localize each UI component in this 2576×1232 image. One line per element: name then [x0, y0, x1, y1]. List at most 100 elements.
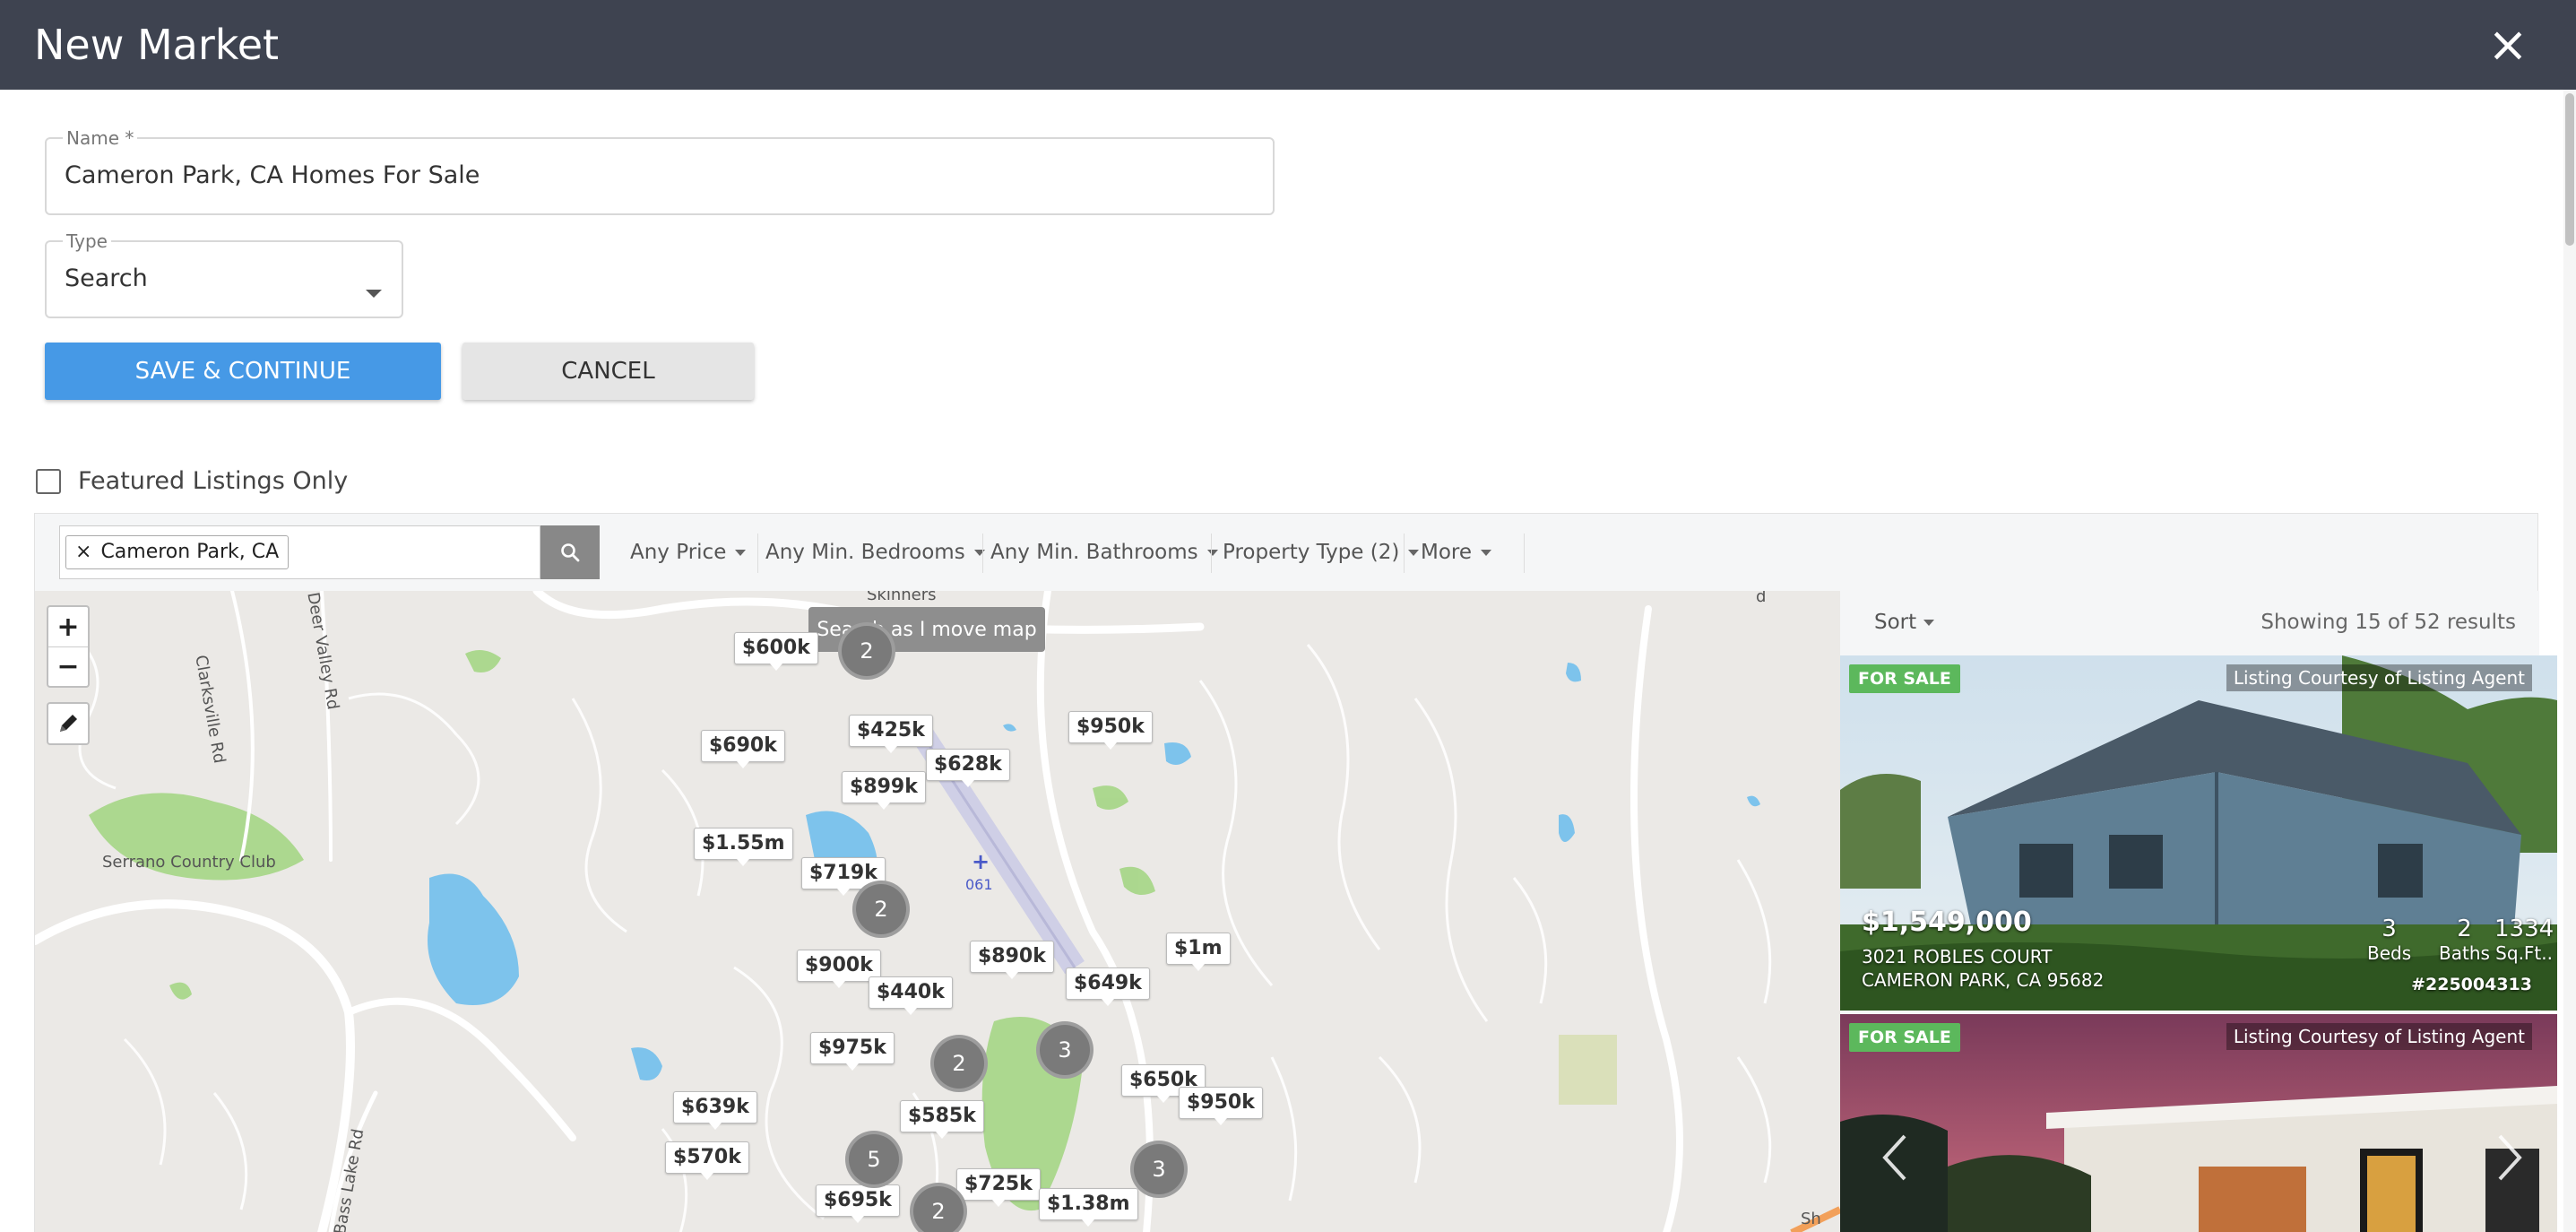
map-label-edge-rd: d — [1756, 591, 1767, 606]
type-select[interactable]: Type Search — [45, 230, 403, 318]
location-tag-label: Cameron Park, CA — [100, 541, 280, 563]
sqft-label: Sq.Ft.. — [2495, 942, 2553, 964]
page-scrollbar[interactable] — [2563, 90, 2576, 1232]
bathrooms-filter[interactable]: Any Min. Bathrooms — [990, 539, 1218, 566]
price-marker[interactable]: $1.38m — [1039, 1188, 1138, 1227]
listing-cluster[interactable]: 3 — [1036, 1021, 1094, 1079]
price-marker[interactable]: $425k — [849, 715, 933, 753]
chevron-down-icon — [366, 290, 382, 298]
price-marker[interactable]: $600k — [734, 632, 818, 671]
cancel-button[interactable]: CANCEL — [462, 343, 754, 400]
listing-cluster[interactable]: 5 — [845, 1131, 903, 1188]
zoom-out-button[interactable]: − — [48, 646, 88, 686]
price-marker[interactable]: $1.55m — [694, 828, 793, 866]
caret-down-icon — [1206, 550, 1218, 556]
price-marker[interactable]: $950k — [1179, 1087, 1263, 1125]
more-filter-label: More — [1421, 541, 1473, 564]
listing-price: $1,549,000 — [1862, 907, 2032, 938]
bedrooms-filter[interactable]: Any Min. Bedrooms — [765, 539, 985, 566]
for-sale-badge: FOR SALE — [1849, 1023, 1960, 1052]
price-marker[interactable]: $649k — [1066, 967, 1150, 1006]
results-count: Showing 15 of 52 results — [2260, 611, 2516, 634]
listing-card[interactable]: FOR SALE Listing Courtesy of Listing Age… — [1840, 1014, 2557, 1232]
map-label-edge-sh: Sh — [1801, 1210, 1821, 1228]
type-label: Type — [66, 230, 108, 252]
filter-bar: × Cameron Park, CA Any Price Any Min. Bed… — [35, 514, 2537, 591]
price-marker[interactable]: $628k — [926, 749, 1010, 787]
scrollbar-thumb[interactable] — [2565, 93, 2574, 246]
zoom-in-button[interactable]: + — [48, 607, 88, 646]
price-marker[interactable]: $440k — [869, 976, 953, 1015]
caret-down-icon — [1481, 550, 1492, 556]
listings-map[interactable]: Skinners Serrano Country Club Clarksvill… — [35, 591, 1840, 1232]
modal-title: New Market — [34, 21, 280, 69]
location-tag[interactable]: × Cameron Park, CA — [65, 535, 290, 569]
price-marker[interactable]: $585k — [900, 1100, 984, 1139]
close-icon[interactable]: × — [2485, 21, 2531, 69]
zoom-control: + − — [47, 605, 90, 688]
baths-count: 2 — [2457, 915, 2472, 942]
modal-header: New Market × — [0, 0, 2576, 90]
search-icon — [561, 543, 580, 562]
divider — [1524, 534, 1525, 573]
sort-label: Sort — [1874, 611, 1917, 634]
price-marker[interactable]: $690k — [701, 730, 785, 768]
property-type-filter[interactable]: Property Type (2) — [1223, 539, 1420, 566]
listing-baths: 2 Baths — [2439, 915, 2490, 964]
map-label-serrano: Serrano Country Club — [102, 853, 276, 872]
price-marker[interactable]: $950k — [1068, 711, 1153, 750]
beds-count: 3 — [2382, 915, 2397, 942]
caret-down-icon — [735, 550, 747, 556]
divider — [1211, 534, 1212, 573]
listing-cluster[interactable]: 2 — [838, 622, 895, 680]
more-filter[interactable]: More — [1421, 539, 1492, 566]
divider — [982, 534, 983, 573]
type-select-value[interactable]: Search — [65, 261, 384, 297]
location-search-input[interactable]: × Cameron Park, CA — [59, 525, 540, 579]
save-continue-button[interactable]: SAVE & CONTINUE — [45, 343, 441, 400]
price-marker[interactable]: $1m — [1166, 933, 1231, 971]
carousel-next-icon[interactable] — [2489, 1131, 2528, 1184]
carousel-prev-icon[interactable] — [1876, 1131, 1915, 1184]
pencil-icon[interactable] — [48, 704, 88, 743]
price-marker[interactable]: $695k — [816, 1184, 900, 1223]
listing-cluster[interactable]: 2 — [930, 1035, 988, 1092]
beds-label: Beds — [2367, 942, 2412, 964]
price-marker[interactable]: $639k — [673, 1091, 757, 1130]
draw-control — [47, 702, 90, 745]
caret-down-icon — [1408, 550, 1420, 556]
listing-city: CAMERON PARK, CA 95682 — [1862, 969, 2105, 991]
sort-dropdown[interactable]: Sort — [1874, 611, 1935, 634]
price-marker[interactable]: $899k — [842, 771, 926, 810]
for-sale-badge: FOR SALE — [1849, 664, 1960, 693]
sqft-count: 1334 — [2494, 915, 2554, 942]
name-label: Name * — [66, 127, 134, 149]
baths-label: Baths — [2439, 942, 2490, 964]
listing-courtesy: Listing Courtesy of Listing Agent — [2226, 1023, 2532, 1050]
listing-cluster[interactable]: 3 — [1130, 1141, 1188, 1198]
price-marker[interactable]: $890k — [970, 941, 1054, 979]
listing-card[interactable]: FOR SALE Listing Courtesy of Listing Age… — [1840, 655, 2557, 1011]
listing-beds: 3 Beds — [2367, 915, 2411, 964]
bathrooms-filter-label: Any Min. Bathrooms — [990, 541, 1198, 564]
featured-listings-checkbox[interactable] — [36, 469, 61, 494]
price-filter[interactable]: Any Price — [630, 539, 747, 566]
listing-courtesy: Listing Courtesy of Listing Agent — [2226, 664, 2532, 691]
listing-cluster[interactable]: 2 — [910, 1183, 967, 1232]
name-input[interactable]: Cameron Park, CA Homes For Sale — [65, 158, 1255, 194]
search-button[interactable] — [540, 525, 600, 579]
map-label-skinners: Skinners — [867, 591, 937, 604]
search-panel: × Cameron Park, CA Any Price Any Min. Bed… — [34, 513, 2557, 1232]
listing-mls-number: #225004313 — [2411, 975, 2532, 994]
price-marker[interactable]: $975k — [810, 1032, 895, 1071]
featured-listings-label: Featured Listings Only — [78, 467, 349, 495]
listing-cluster[interactable]: 2 — [852, 881, 910, 938]
bedrooms-filter-label: Any Min. Bedrooms — [765, 541, 965, 564]
remove-tag-icon[interactable]: × — [75, 541, 91, 563]
name-field[interactable]: Name * Cameron Park, CA Homes For Sale — [45, 127, 1275, 215]
price-marker[interactable]: $570k — [665, 1141, 749, 1180]
property-type-filter-label: Property Type (2) — [1223, 541, 1400, 564]
price-marker[interactable]: $725k — [956, 1168, 1041, 1207]
results-panel: Sort Showing 15 of 52 results FOR SALE L… — [1840, 591, 2557, 1232]
divider — [1404, 534, 1405, 573]
